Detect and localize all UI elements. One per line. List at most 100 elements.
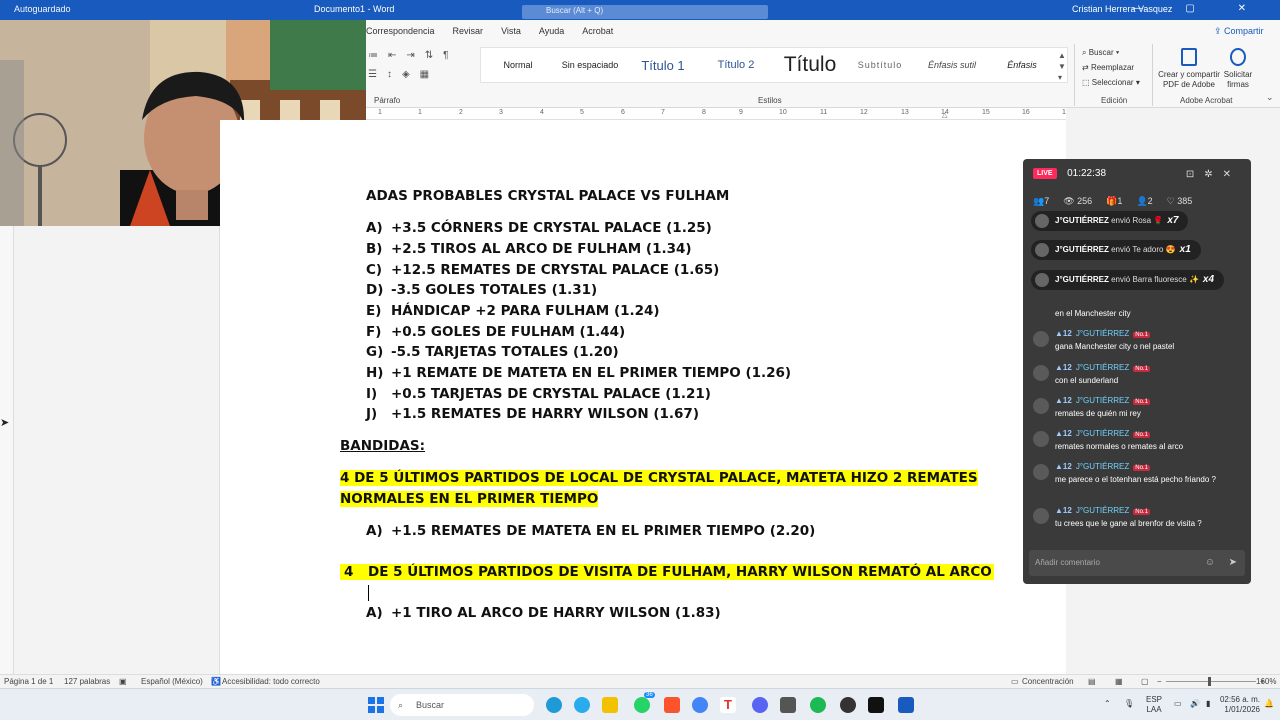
create-pdf-button[interactable]: Crear y compartir PDF de Adobe [1156,48,1222,90]
indent-marker-icon[interactable]: △ [942,111,947,119]
edge-icon[interactable] [546,697,562,713]
increase-indent-icon[interactable]: ⇥ [406,50,414,61]
spotify-icon[interactable] [810,697,826,713]
avatar[interactable] [1033,464,1049,480]
list-text: -5.5 TARJETAS TOTALES (1.20) [391,344,619,360]
page-count[interactable]: Página 1 de 1 [4,677,53,686]
discord-icon[interactable] [752,697,768,713]
print-layout-icon[interactable]: ▦ [1115,677,1123,686]
emoji-icon[interactable]: ☺ [1205,550,1215,576]
document-heading: ADAS PROBABLES CRYSTAL PALACE VS FULHAM [366,188,730,204]
gift-notification: J°GUTIÉRREZ envió Rosa 🌹 x7 [1031,211,1189,231]
chrome-icon[interactable] [692,697,708,713]
avatar[interactable] [1033,508,1049,524]
style-subtle-emphasis[interactable]: Énfasis sutil [911,60,993,70]
select-button[interactable]: ⬚ Seleccionar ▾ [1082,75,1140,90]
close-icon[interactable]: ✕ [1223,169,1241,180]
style-no-spacing[interactable]: Sin espaciado [555,60,625,70]
network-icon[interactable]: ▭ [1174,699,1182,709]
shading-icon[interactable]: ◈ [402,69,410,80]
share-button[interactable]: ⇪ Compartir [1214,26,1264,37]
chat-message: ▲12 J°GUTIÉRREZ No.1 remates normales o re… [1031,429,1243,459]
style-heading-1[interactable]: Título 1 [625,58,701,73]
comment-input[interactable]: Añadir comentario ☺ ➤ [1029,550,1245,576]
chat-username[interactable]: J°GUTIÉRREZ [1076,329,1129,338]
zoom-slider[interactable] [1166,681,1256,682]
document-body[interactable]: ADAS PROBABLES CRYSTAL PALACE VS FULHAM … [220,120,1066,674]
zoom-level[interactable]: 160% [1256,677,1276,686]
window-controls[interactable]: — ▢ ✕ [1133,3,1266,14]
language-indicator[interactable]: ESP LAA [1146,695,1162,715]
word-icon[interactable] [898,697,914,713]
document-page[interactable]: ADAS PROBABLES CRYSTAL PALACE VS FULHAM … [220,120,1066,674]
request-signatures-button[interactable]: Solicitar firmas [1222,48,1254,90]
microphone-icon[interactable]: 🎙 [1124,699,1134,709]
typora-icon[interactable]: T [720,697,736,713]
style-subtitle[interactable]: Subtítulo [849,60,911,70]
chat-message: ▲12 J°GUTIÉRREZ No.1 tu crees que le gane … [1031,506,1243,536]
avatar[interactable] [1033,331,1049,347]
style-heading-2[interactable]: Título 2 [701,59,771,71]
telegram-icon[interactable] [574,697,590,713]
web-layout-icon[interactable]: ▢ [1141,677,1149,686]
word-count[interactable]: 127 palabras [64,677,110,686]
tab-correspondencia[interactable]: Correspondencia [366,26,435,36]
replace-button[interactable]: ⇄ Reemplazar [1082,60,1140,75]
styles-scroll[interactable]: ▲ ▼ ▾ [1058,50,1066,83]
tab-vista[interactable]: Vista [501,26,521,36]
live-chat-panel: LIVE 01:22:38 ⊡✲✕ 👥7 👁 256 🎁1 👤2 ♡ 385 J… [1023,159,1251,584]
zoom-out-icon[interactable]: − [1157,677,1162,686]
tab-acrobat[interactable]: Acrobat [582,26,613,36]
list-text: +3.5 CÓRNERS DE CRYSTAL PALACE (1.25) [391,220,712,236]
obs-icon[interactable] [840,697,856,713]
clock[interactable]: 02:56 a. m. 1/01/2026 [1210,695,1260,715]
chat-username[interactable]: J°GUTIÉRREZ [1076,462,1129,471]
style-normal[interactable]: Normal [481,60,555,70]
tiktok-icon[interactable] [868,697,884,713]
avatar[interactable] [1033,365,1049,381]
search-box[interactable]: Buscar (Alt + Q) [522,5,768,19]
chat-username[interactable]: J°GUTIÉRREZ [1076,506,1129,515]
brave-icon[interactable] [664,697,680,713]
autosave-label[interactable]: Autoguardado [14,4,71,14]
read-mode-icon[interactable]: ▤ [1088,677,1096,686]
borders-icon[interactable]: ▦ [420,69,429,80]
decrease-indent-icon[interactable]: ⇤ [388,50,396,61]
notifications-icon[interactable]: 🔔 [1264,699,1274,709]
volume-icon[interactable]: 🔊 [1190,699,1200,709]
focus-mode[interactable]: Concentración [1022,677,1074,686]
chat-username[interactable]: J°GUTIÉRREZ [1076,396,1129,405]
multilevel-list-icon[interactable]: ≔ [368,50,378,61]
line-spacing-icon[interactable]: ↕ [387,69,392,80]
language-status[interactable]: Español (México) [141,677,203,686]
sort-icon[interactable]: ⇅ [425,50,433,61]
justify-icon[interactable]: ☰ [368,69,377,80]
tray-chevron-icon[interactable]: ⌃ [1104,699,1111,709]
avatar[interactable] [1033,398,1049,414]
ruler-tick: 1 [418,109,422,116]
whatsapp-badge: 36 [644,692,655,698]
style-title[interactable]: Título [771,53,849,77]
tab-revisar[interactable]: Revisar [453,26,484,36]
taskbar-search[interactable]: ⌕ Buscar [390,694,534,716]
zoom-slider-thumb[interactable] [1208,677,1211,686]
pilcrow-icon[interactable]: ¶ [443,50,448,61]
chat-username[interactable]: J°GUTIÉRREZ [1076,429,1129,438]
chat-username[interactable]: J°GUTIÉRREZ [1076,363,1129,372]
proofing-icon[interactable]: ▣ [119,677,127,686]
send-icon[interactable]: ➤ [1229,550,1237,576]
find-button[interactable]: ⌕ Buscar ▾ [1082,45,1140,60]
lock-icon[interactable]: ⊡ [1186,169,1204,180]
accessibility-status[interactable]: Accesibilidad: todo correcto [222,677,320,686]
tab-ayuda[interactable]: Ayuda [539,26,564,36]
collapse-ribbon-icon[interactable]: ⌄ [1266,92,1274,103]
vertical-ruler [0,226,14,674]
style-emphasis[interactable]: Énfasis [993,60,1051,70]
calculator-icon[interactable] [780,697,796,713]
windows-start-icon[interactable] [368,697,384,713]
avatar[interactable] [1033,431,1049,447]
file-explorer-icon[interactable] [602,697,618,713]
whatsapp-icon[interactable] [634,697,650,713]
list-item: H) +1 REMATE DE MATETA EN EL PRIMER TIEMP… [366,365,791,381]
settings-icon[interactable]: ✲ [1204,169,1222,180]
